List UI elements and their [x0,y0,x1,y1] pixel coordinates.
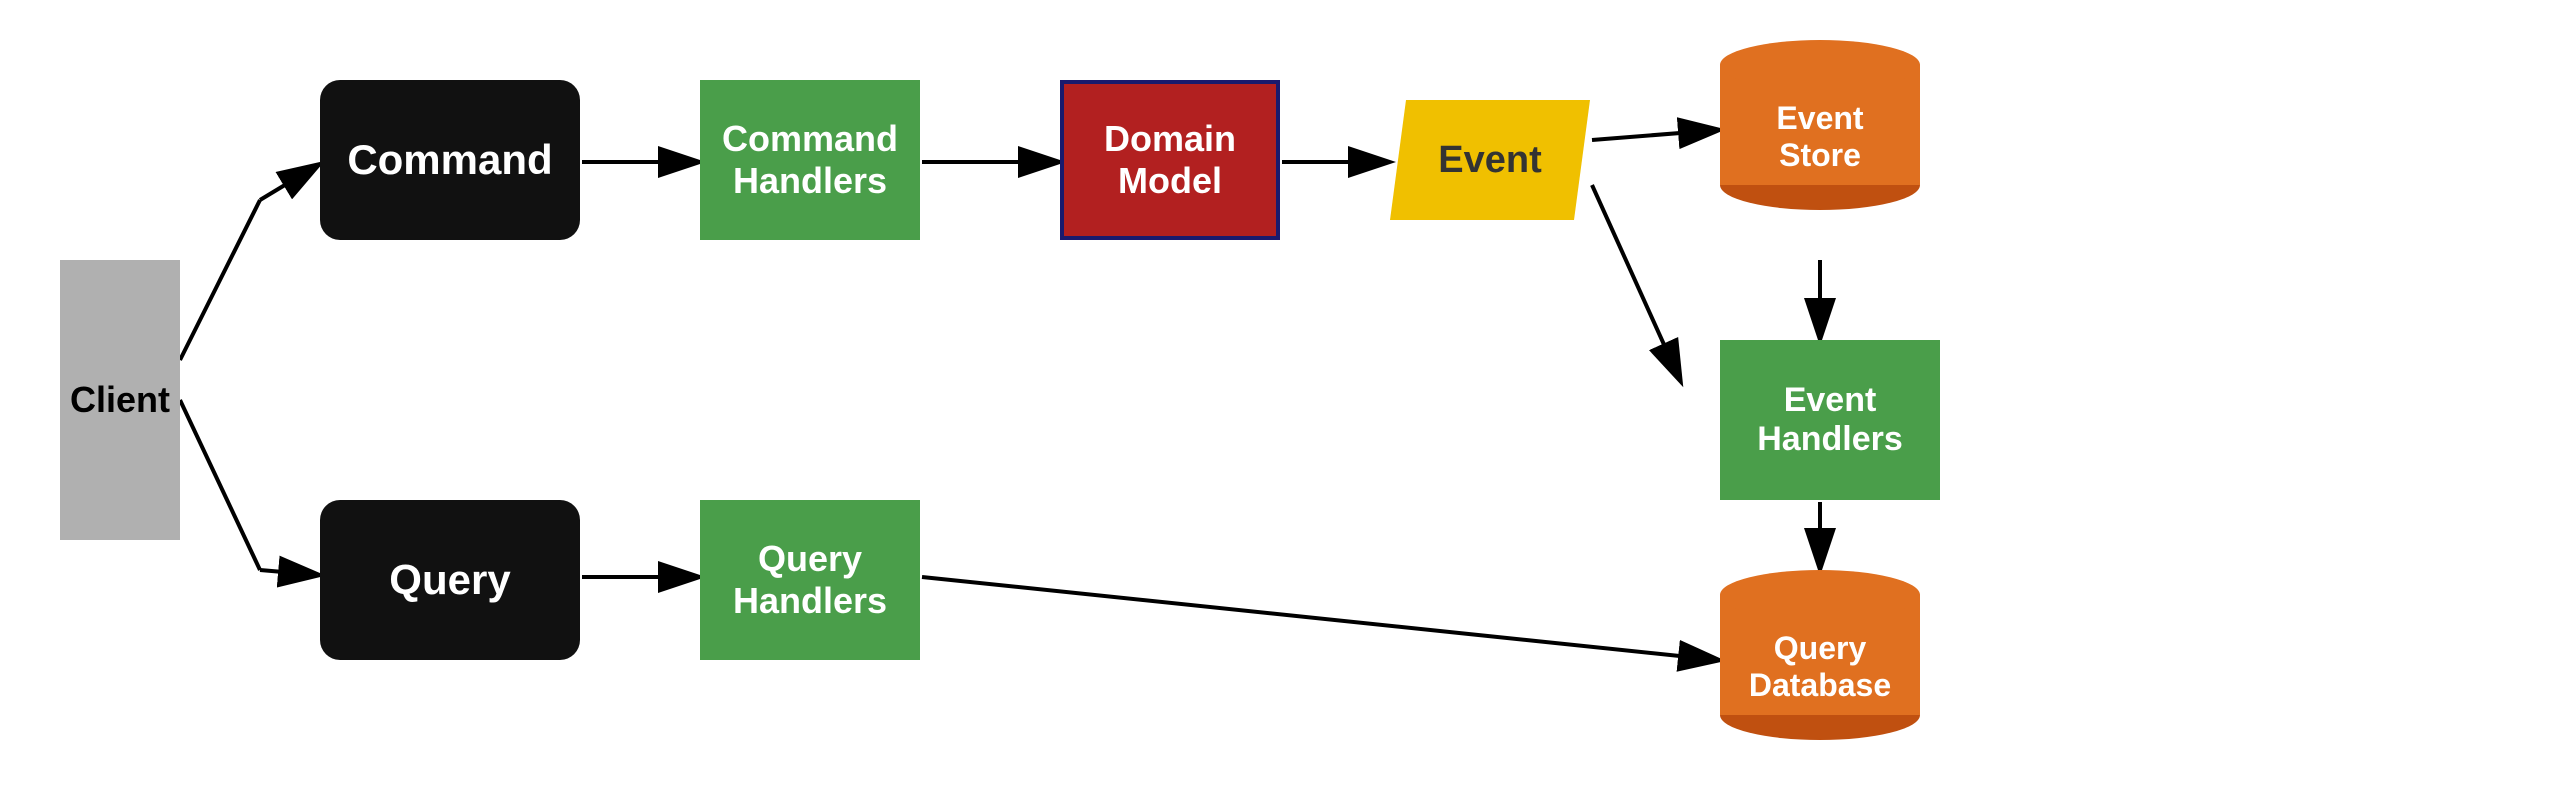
event-store-cylinder: EventStore [1720,40,1920,210]
command-handlers-box: CommandHandlers [700,80,920,240]
query-db-cylinder: QueryDatabase [1720,570,1920,740]
event-handlers-label: EventHandlers [1757,381,1903,459]
domain-model-label: DomainModel [1104,118,1236,202]
diagram-container: Client Command Query CommandHandlers Dom… [0,0,2560,803]
client-box: Client [60,260,180,540]
cylinder-top [1720,40,1920,90]
event-store-container: EventStore [1720,40,1920,210]
event-store-label: EventStore [1720,100,1920,174]
domain-model-box: DomainModel [1060,80,1280,240]
command-box: Command [320,80,580,240]
client-label: Client [70,379,170,421]
query-label: Query [389,556,510,604]
query-box: Query [320,500,580,660]
command-handlers-label: CommandHandlers [722,118,898,202]
command-label: Command [347,136,552,184]
query-db-container: QueryDatabase [1720,570,1920,740]
query-cyl-top [1720,570,1920,620]
event-label: Event [1438,139,1541,182]
query-handlers-label: QueryHandlers [733,538,887,622]
event-shape: Event [1390,100,1590,220]
query-db-label: QueryDatabase [1720,630,1920,704]
event-handlers-box: EventHandlers [1720,340,1940,500]
query-handlers-box: QueryHandlers [700,500,920,660]
